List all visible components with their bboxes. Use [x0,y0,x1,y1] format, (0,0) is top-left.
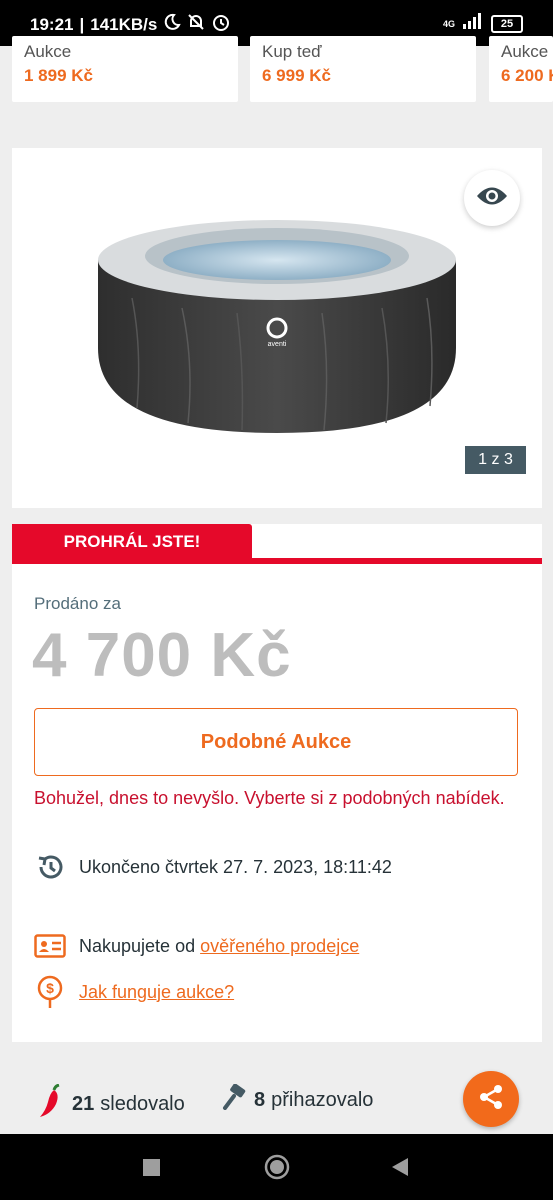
share-icon [477,1083,505,1116]
verified-seller-link[interactable]: ověřeného prodejce [200,936,359,957]
sorry-message: Bohužel, dnes to nevyšlo. Vyberte si z p… [34,788,505,808]
watchers-stat: 21 sledovalo [38,1083,185,1124]
related-item-price: 6 200 Kč [501,66,553,85]
seller-prefix-text: Nakupujete od [79,935,201,956]
alarm-icon [211,13,231,36]
dollar-pin-icon: $ [34,975,66,1008]
image-counter: 1 z 3 [465,446,526,474]
similar-auctions-button[interactable]: Podobné Aukce [34,708,518,776]
share-button[interactable] [463,1071,519,1127]
watchers-label: sledovalo [100,1092,185,1115]
recents-button[interactable] [143,1159,160,1181]
gavel-icon [222,1083,248,1116]
seller-row: Nakupujete od ověřeného prodejce [34,930,359,962]
related-item-price: 6 999 Kč [262,66,331,85]
bidders-stat: 8 přihazovalo [222,1083,374,1116]
related-item-type: Kup teď [262,42,322,61]
related-item-type: Aukce [501,42,549,61]
id-card-icon [34,930,66,962]
related-item-price: 1 899 Kč [24,66,93,85]
related-item-card[interactable]: Aukce 1 899 Kč [12,36,238,102]
home-button[interactable] [264,1154,290,1185]
eye-icon [476,185,508,212]
related-items-strip: Aukce 1 899 Kč Kup teď 6 999 Kč Aukce 6 … [0,36,553,102]
product-gallery[interactable]: aventi 1 z 3 [12,148,542,508]
auction-ended-row: Ukončeno čtvrtek 27. 7. 2023, 18:11:42 [34,851,392,883]
back-button[interactable] [391,1157,409,1182]
how-auction-works-link[interactable]: Jak funguje aukce? [79,982,234,1003]
related-item-card[interactable]: Aukce 6 200 Kč [489,36,553,102]
battery-indicator: 25 [491,14,523,33]
product-logo-text: aventi [268,341,287,348]
product-image[interactable]: aventi [12,148,542,508]
status-time: 19:21 [30,14,74,34]
bidders-label: přihazovalo [271,1088,374,1111]
signal-icon [463,13,483,34]
sold-price: 4 700 Kč [32,621,292,690]
svg-text:$: $ [46,980,54,996]
history-clock-icon [34,851,66,883]
watchers-count: 21 [72,1092,95,1115]
auction-result-panel: PROHRÁL JSTE! Prodáno za 4 700 Kč Podobn… [12,524,542,1042]
watch-toggle-button[interactable] [464,170,520,226]
chili-icon [38,1083,64,1124]
sold-label: Prodáno za [34,594,121,613]
auction-ended-text: Ukončeno čtvrtek 27. 7. 2023, 18:11:42 [79,856,392,877]
related-item-card[interactable]: Kup teď 6 999 Kč [250,36,476,102]
how-it-works-row: $ Jak funguje aukce? [34,975,234,1008]
lost-badge: PROHRÁL JSTE! [12,524,252,560]
bidders-count: 8 [254,1088,266,1111]
related-item-type: Aukce [24,42,72,61]
system-navigation-bar [0,1134,553,1200]
network-type: 4G [442,18,455,29]
status-separator: | [79,14,85,34]
status-speed: 141KB/s [90,14,158,34]
moon-icon [163,13,182,36]
bell-off-icon [187,13,205,36]
